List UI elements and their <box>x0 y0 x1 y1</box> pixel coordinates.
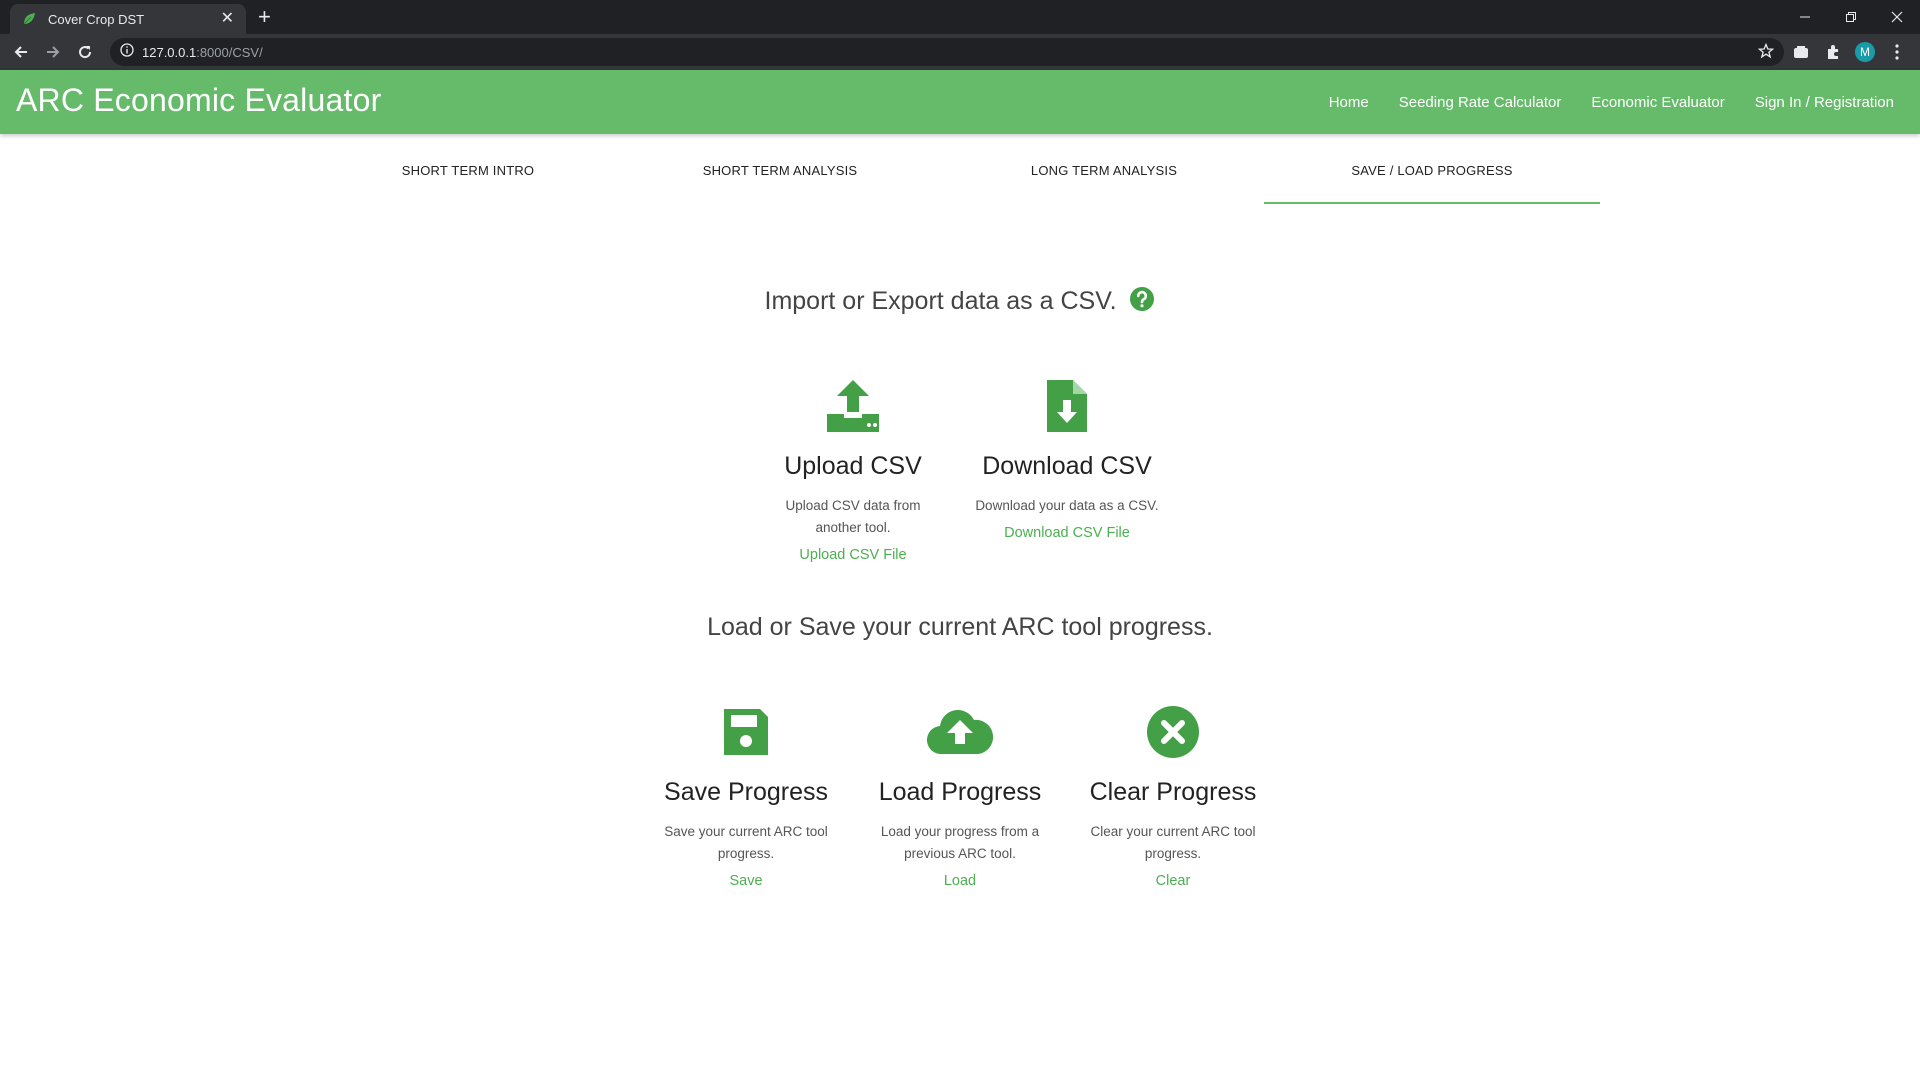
card-title: Download CSV <box>982 452 1152 480</box>
tab-save-load-progress[interactable]: SAVE / LOAD PROGRESS <box>1264 134 1600 206</box>
tab-short-term-intro[interactable]: SHORT TERM INTRO <box>300 134 636 206</box>
download-csv-card: Download CSV Download your data as a CSV… <box>967 378 1167 541</box>
card-description: Load your progress from a previous ARC t… <box>880 824 1040 861</box>
app-header: ARC Economic Evaluator Home Seeding Rate… <box>0 70 1920 134</box>
puzzle-icon[interactable] <box>1823 42 1843 62</box>
nav-home[interactable]: Home <box>1329 94 1369 111</box>
card-description: Download your data as a CSV. <box>975 498 1159 513</box>
browser-tab-title: Cover Crop DST <box>48 11 145 27</box>
file-download-icon <box>967 378 1167 434</box>
upload-csv-link[interactable]: Upload CSV File <box>753 547 953 563</box>
restore-button[interactable] <box>1828 0 1874 34</box>
address-bar[interactable]: 127.0.0.1:8000/CSV/ <box>110 38 1784 66</box>
card-description: Upload CSV data from another tool. <box>785 498 921 535</box>
leaf-icon <box>22 11 38 27</box>
profile-avatar[interactable]: M <box>1855 42 1875 62</box>
browser-tab[interactable]: Cover Crop DST ✕ <box>10 4 246 34</box>
minimize-button[interactable] <box>1782 0 1828 34</box>
floppy-disk-icon <box>646 704 846 760</box>
bookmark-star-icon[interactable] <box>1757 42 1775 64</box>
card-description: Clear your current ARC tool progress. <box>1090 824 1256 861</box>
active-tab-indicator <box>1264 202 1600 204</box>
tab-long-term-analysis[interactable]: LONG TERM ANALYSIS <box>936 134 1272 206</box>
back-arrow-icon[interactable] <box>9 40 33 64</box>
close-circle-icon <box>1073 704 1273 760</box>
brand-title[interactable]: ARC Economic Evaluator <box>16 82 381 119</box>
section-tabs: SHORT TERM INTRO SHORT TERM ANALYSIS LON… <box>0 134 1920 206</box>
load-progress-card: Load Progress Load your progress from a … <box>860 704 1060 889</box>
main-nav: Home Seeding Rate Calculator Economic Ev… <box>1299 70 1894 134</box>
clear-progress-card: Clear Progress Clear your current ARC to… <box>1073 704 1273 889</box>
card-title: Clear Progress <box>1089 778 1257 806</box>
card-title: Save Progress <box>664 778 828 806</box>
tab-close-icon[interactable]: ✕ <box>221 11 234 27</box>
info-icon[interactable] <box>120 42 134 62</box>
card-title: Load Progress <box>878 778 1042 806</box>
card-title: Upload CSV <box>784 452 922 480</box>
nav-seeding-rate-calculator[interactable]: Seeding Rate Calculator <box>1399 94 1562 111</box>
forward-arrow-icon[interactable] <box>41 40 65 64</box>
help-question-icon[interactable] <box>1129 286 1155 319</box>
upload-csv-card: Upload CSV Upload CSV data from another … <box>753 378 953 563</box>
card-description: Save your current ARC tool progress. <box>664 824 828 861</box>
csv-section-heading: Import or Export data as a CSV. <box>0 286 1920 319</box>
browser-toolbar: 127.0.0.1:8000/CSV/ M <box>0 34 1920 70</box>
url-text: 127.0.0.1:8000/CSV/ <box>142 44 263 60</box>
close-window-button[interactable] <box>1874 0 1920 34</box>
cloud-upload-icon <box>860 704 1060 760</box>
save-link[interactable]: Save <box>646 873 846 889</box>
kebab-menu-icon[interactable] <box>1887 42 1907 62</box>
upload-tray-icon <box>753 378 953 434</box>
nav-economic-evaluator[interactable]: Economic Evaluator <box>1591 94 1724 111</box>
new-tab-button[interactable]: + <box>258 5 271 29</box>
reload-icon[interactable] <box>73 40 97 64</box>
clear-link[interactable]: Clear <box>1073 873 1273 889</box>
tab-short-term-analysis[interactable]: SHORT TERM ANALYSIS <box>612 134 948 206</box>
save-progress-card: Save Progress Save your current ARC tool… <box>646 704 846 889</box>
browser-titlebar: Cover Crop DST ✕ + <box>0 0 1920 34</box>
progress-section-heading: Load or Save your current ARC tool progr… <box>707 613 1213 641</box>
extension-icon[interactable] <box>1791 42 1811 62</box>
download-csv-link[interactable]: Download CSV File <box>967 525 1167 541</box>
nav-sign-in[interactable]: Sign In / Registration <box>1755 94 1894 111</box>
load-link[interactable]: Load <box>860 873 1060 889</box>
